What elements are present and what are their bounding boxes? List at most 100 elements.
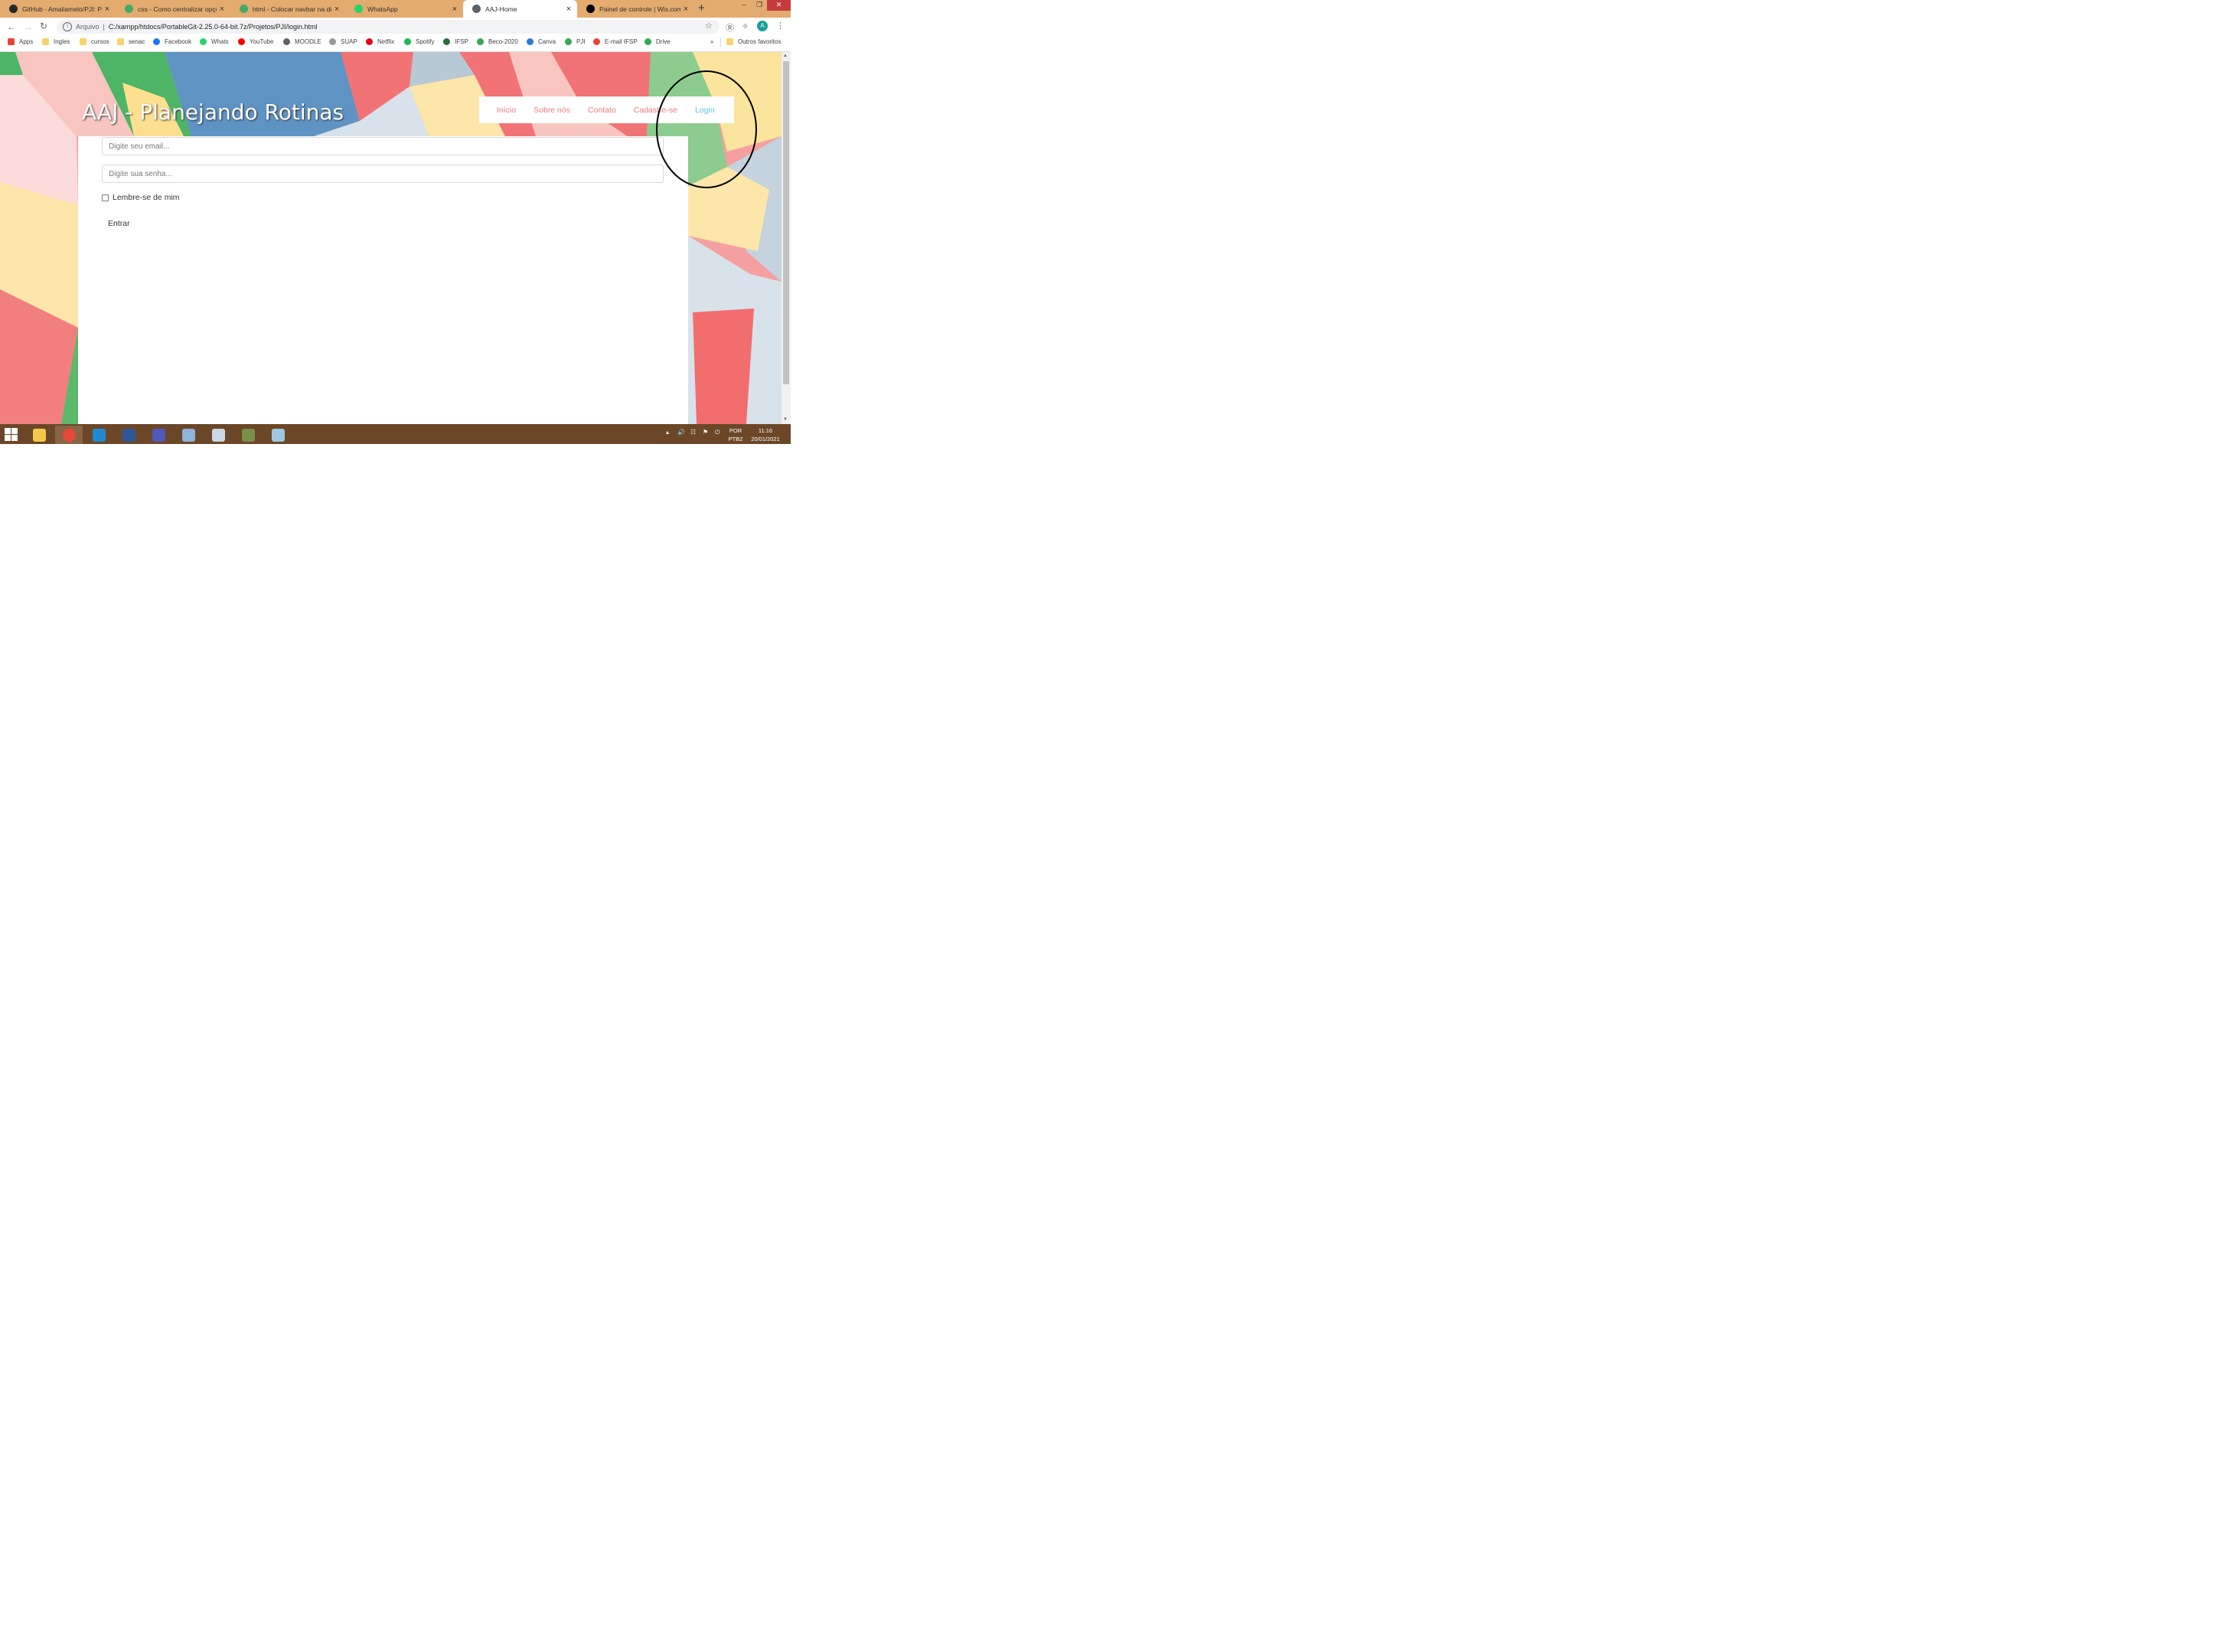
bookmark-label: Beco-2020 bbox=[488, 38, 518, 45]
remember-me-checkbox[interactable] bbox=[102, 194, 109, 201]
bookmark-item[interactable]: Apps bbox=[8, 38, 33, 45]
stackoverflow-icon bbox=[125, 5, 133, 13]
bookmark-label: Spotify bbox=[416, 38, 435, 45]
calculator-icon bbox=[211, 428, 225, 442]
github-icon bbox=[9, 5, 18, 13]
nav-link-1[interactable]: Início bbox=[497, 106, 516, 115]
bookmark-item[interactable]: Canva bbox=[527, 38, 556, 45]
paint-icon bbox=[181, 428, 195, 442]
taskbar-app[interactable] bbox=[115, 426, 142, 444]
bookmark-item[interactable]: PJI bbox=[565, 38, 586, 45]
other-bookmarks[interactable]: Outros favoritos bbox=[726, 38, 781, 45]
taskbar-app[interactable] bbox=[55, 426, 83, 444]
globe-icon bbox=[472, 5, 481, 13]
minimize-button[interactable]: – bbox=[736, 0, 752, 11]
menu-kebab-icon[interactable]: ⋮ bbox=[776, 21, 785, 31]
bookmark-item[interactable]: YouTube bbox=[238, 38, 273, 45]
address-url[interactable]: C:/xampp/htdocs/PortableGit-2.25.0-64-bi… bbox=[109, 23, 318, 31]
close-window-button[interactable]: ✕ bbox=[767, 0, 791, 11]
windows-start-icon[interactable] bbox=[5, 428, 18, 441]
bookmark-item[interactable]: IFSP bbox=[443, 38, 468, 45]
taskbar-app[interactable] bbox=[25, 426, 53, 444]
star-icon[interactable]: ☆ bbox=[705, 21, 713, 31]
profile-avatar[interactable]: A bbox=[757, 21, 768, 31]
browser-tab[interactable]: Painel de controle | Wix.com × bbox=[577, 0, 694, 18]
email-input[interactable] bbox=[102, 137, 664, 155]
taskbar-app[interactable] bbox=[264, 426, 292, 444]
scroll-down-icon[interactable]: ▼ bbox=[783, 417, 788, 422]
action-center-flag-icon[interactable]: ⚑ bbox=[703, 429, 708, 436]
bookmark-item[interactable]: senac bbox=[117, 38, 145, 45]
apps-grid-icon bbox=[8, 38, 15, 45]
bookmarks-divider bbox=[720, 38, 721, 47]
bookmark-item[interactable]: cursos bbox=[80, 38, 109, 45]
tab-title: WhatsApp bbox=[367, 5, 398, 13]
login-submit-button[interactable]: Entrar bbox=[102, 216, 136, 231]
bookmark-label: IFSP bbox=[455, 38, 468, 45]
nav-link-2[interactable]: Sobre nós bbox=[534, 106, 570, 115]
taskbar-app[interactable] bbox=[175, 426, 202, 444]
wordpress-extension-icon[interactable]: Ⓡ bbox=[726, 21, 734, 34]
bookmark-item[interactable]: SUAP bbox=[329, 38, 357, 45]
tab-close-icon[interactable]: × bbox=[217, 5, 227, 14]
youtube-icon bbox=[238, 38, 245, 45]
scroll-up-icon[interactable]: ▲ bbox=[783, 54, 788, 58]
browser-tab[interactable]: WhatsApp × bbox=[345, 0, 463, 18]
taskbar-app[interactable] bbox=[234, 426, 262, 444]
address-bar[interactable]: i Arquivo | C:/xampp/htdocs/PortableGit-… bbox=[57, 20, 720, 34]
taskbar-app[interactable] bbox=[145, 426, 172, 444]
bookmark-item[interactable]: Drive bbox=[644, 38, 671, 45]
tab-title: AAJ-Home bbox=[485, 5, 517, 13]
bookmark-item[interactable]: Whats bbox=[200, 38, 229, 45]
browser-tab[interactable]: html - Colocar navbar na direi × bbox=[230, 0, 345, 18]
tab-close-icon[interactable]: × bbox=[331, 5, 342, 14]
scrollbar-thumb[interactable] bbox=[783, 61, 789, 384]
info-icon[interactable]: i bbox=[63, 22, 72, 31]
bookmark-item[interactable]: MOODLE bbox=[283, 38, 321, 45]
word-icon bbox=[122, 428, 135, 442]
bookmark-item[interactable]: Facebook bbox=[153, 38, 191, 45]
taskbar-app[interactable] bbox=[85, 426, 113, 444]
volume-icon[interactable]: 🔊 bbox=[677, 429, 685, 436]
tab-close-icon[interactable]: × bbox=[449, 5, 460, 14]
bookmark-item[interactable]: Ingles bbox=[42, 38, 70, 45]
back-icon[interactable]: ← bbox=[7, 21, 16, 32]
browser-tab[interactable]: GitHub - Amaliamelo/PJI: Proj × bbox=[0, 0, 116, 18]
browser-tab[interactable]: AAJ-Home × bbox=[463, 0, 577, 18]
bookmark-item[interactable]: Beco-2020 bbox=[477, 38, 518, 45]
system-clock[interactable]: 11:16 20/01/2021 bbox=[747, 426, 784, 443]
tab-close-icon[interactable]: × bbox=[102, 5, 113, 14]
browser-tab[interactable]: css - Como centralizar opções× bbox=[116, 0, 230, 18]
new-tab-button[interactable]: + bbox=[698, 2, 705, 15]
tab-close-icon[interactable]: × bbox=[680, 5, 691, 14]
forward-icon[interactable]: → bbox=[24, 21, 33, 32]
tray-overflow-icon[interactable]: ▴ bbox=[666, 429, 669, 436]
bookmark-item[interactable]: Netflix bbox=[366, 38, 394, 45]
power-icon[interactable]: ⏻ bbox=[715, 429, 720, 436]
tab-title: css - Como centralizar opções bbox=[138, 5, 217, 13]
clock-date: 20/01/2021 bbox=[751, 436, 780, 442]
bookmark-label: SUAP bbox=[341, 38, 357, 45]
tab-title: Painel de controle | Wix.com bbox=[599, 5, 680, 13]
tab-close-icon[interactable]: × bbox=[563, 5, 574, 14]
bookmark-item[interactable]: E-mail IFSP bbox=[593, 38, 638, 45]
password-input[interactable] bbox=[102, 165, 664, 183]
remember-me[interactable]: Lembre-se de mim bbox=[102, 193, 180, 202]
whatsapp-icon bbox=[354, 5, 363, 13]
nav-link-3[interactable]: Contato bbox=[588, 106, 616, 115]
bookmark-label: Netflix bbox=[377, 38, 395, 45]
whatsapp-icon bbox=[200, 38, 207, 45]
bookmark-label: cursos bbox=[91, 38, 109, 45]
network-icon[interactable]: ☷ bbox=[690, 429, 696, 436]
bookmark-item[interactable]: Spotify bbox=[404, 38, 434, 45]
taskbar-app[interactable] bbox=[204, 426, 232, 444]
reload-icon[interactable]: ↻ bbox=[40, 21, 47, 31]
restore-button[interactable]: ❐ bbox=[752, 0, 767, 11]
bookmark-label: Whats bbox=[211, 38, 229, 45]
extensions-puzzle-icon[interactable]: ✧ bbox=[742, 21, 749, 31]
wix-icon bbox=[586, 5, 595, 13]
bookmarks-overflow-button[interactable]: » bbox=[710, 38, 713, 45]
suap-icon bbox=[329, 38, 336, 45]
page-scrollbar[interactable]: ▲ ▼ bbox=[782, 52, 791, 424]
input-language[interactable]: POR PTB2 bbox=[727, 426, 744, 443]
